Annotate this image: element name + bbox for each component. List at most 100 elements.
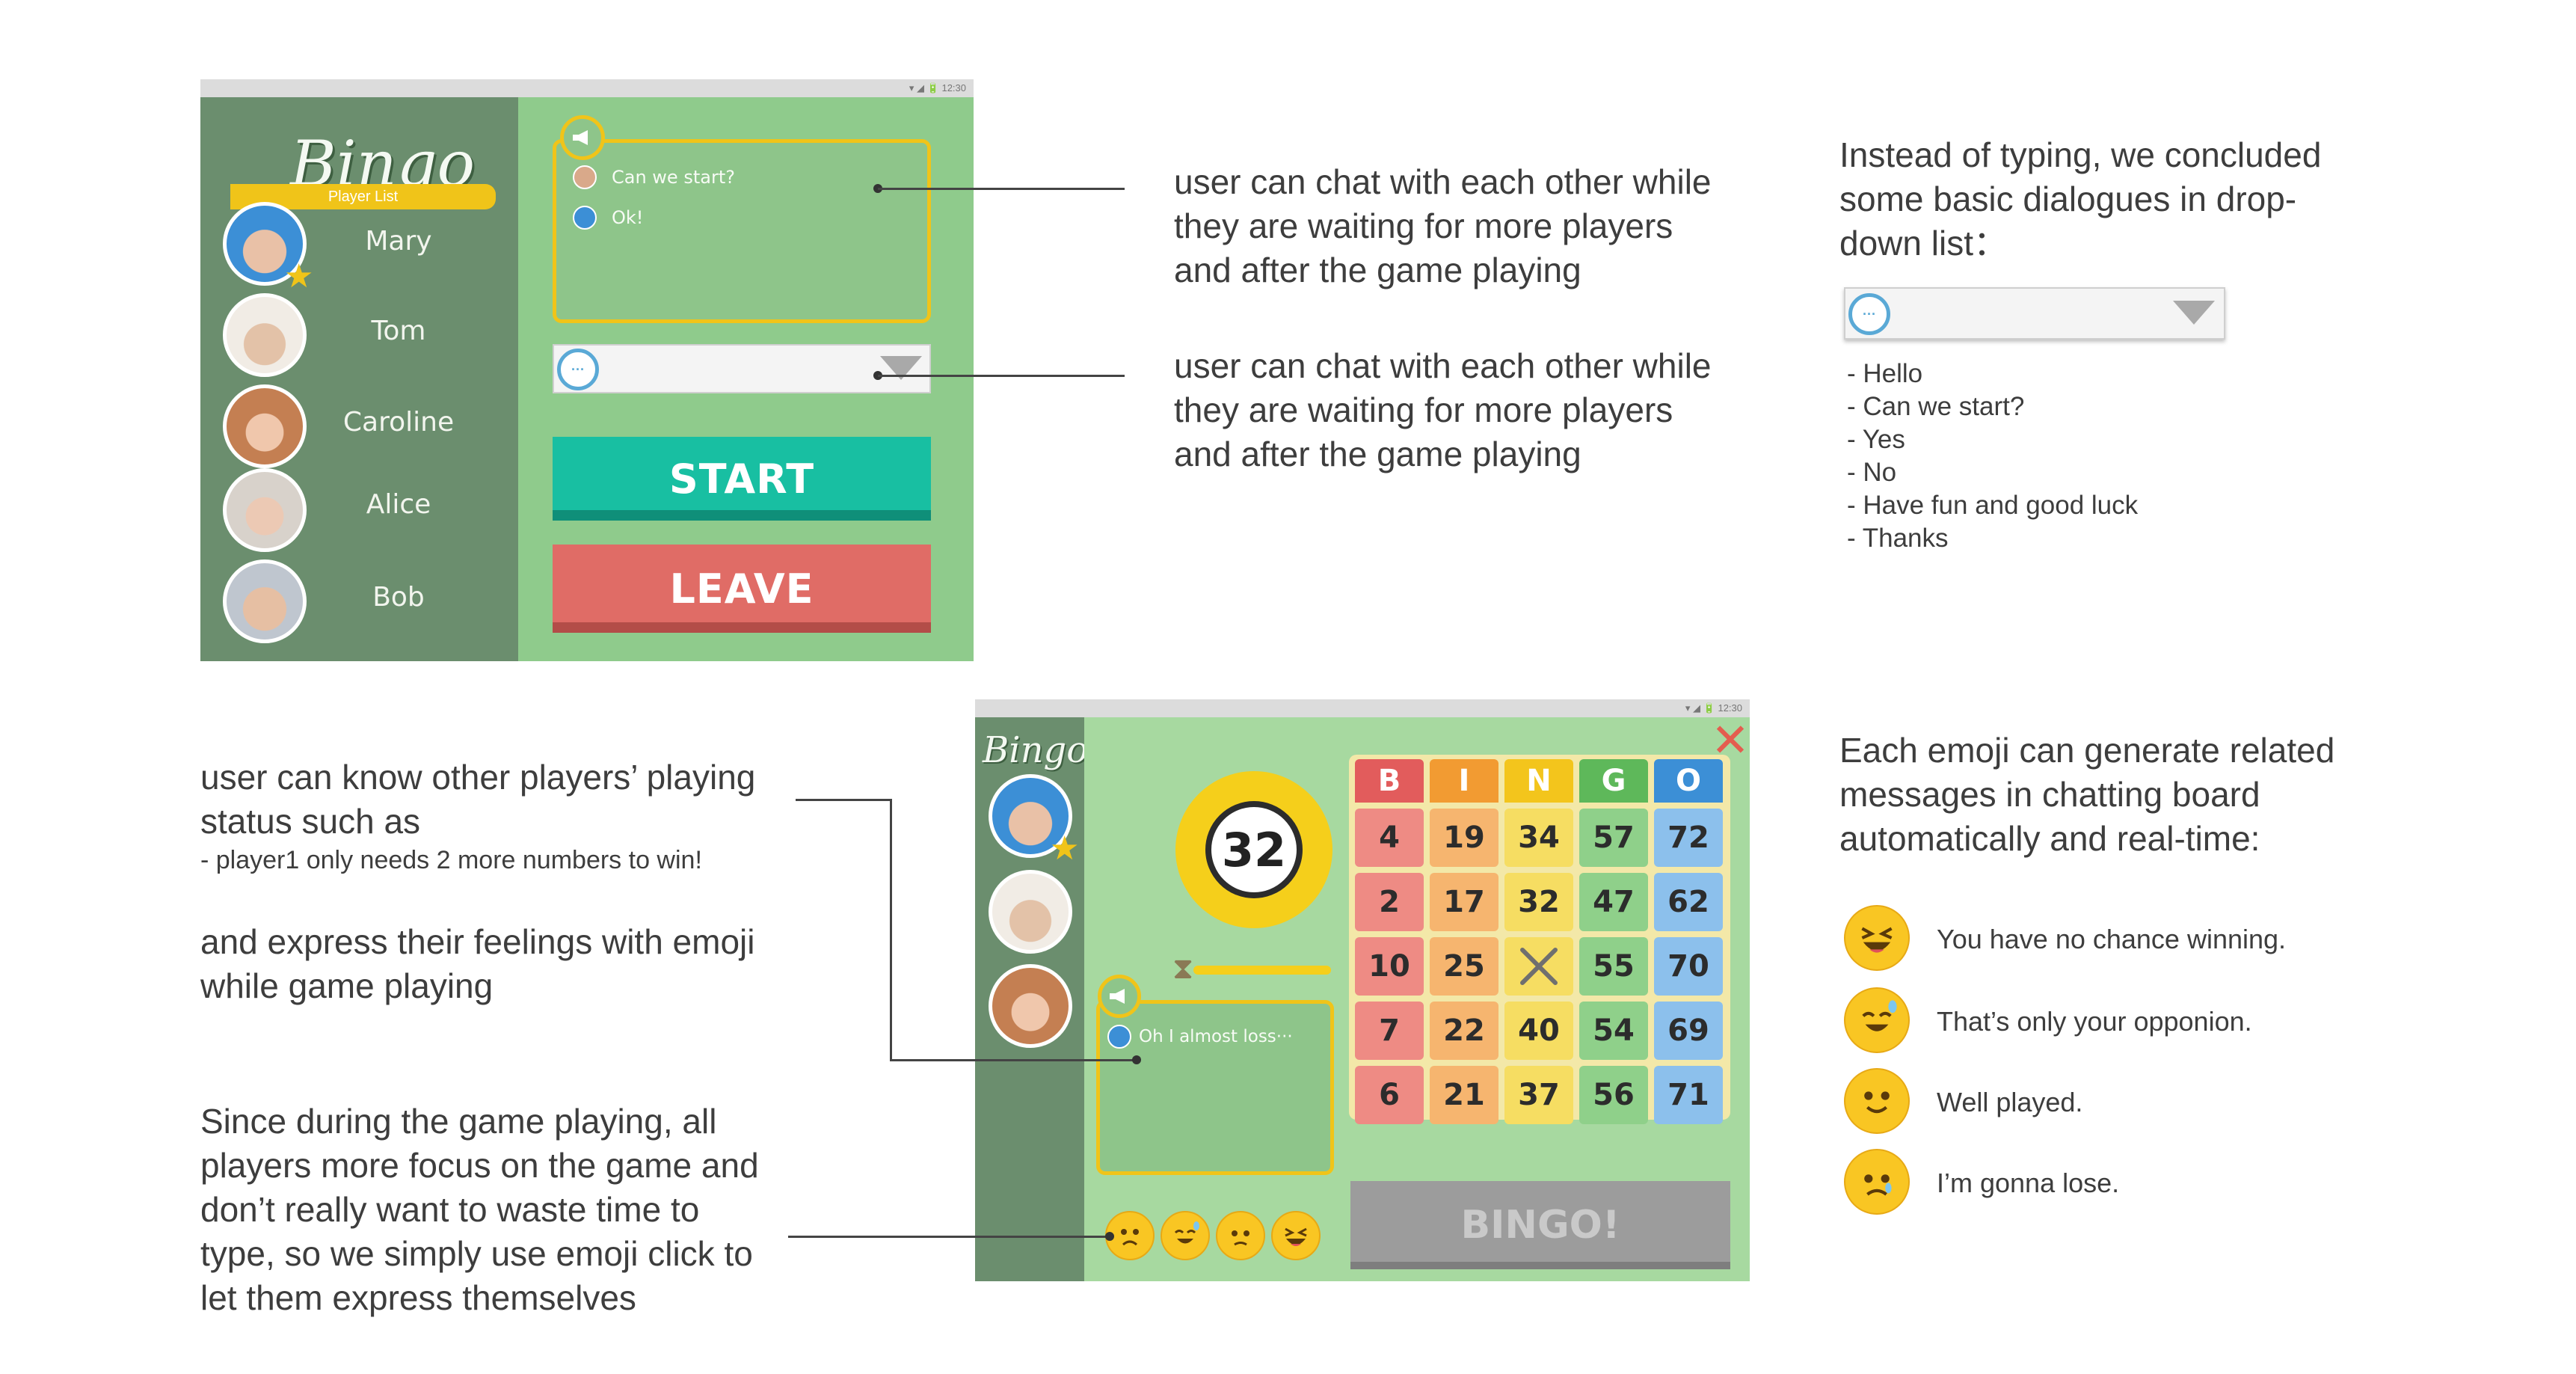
bingo-cell[interactable]: 19 — [1430, 809, 1498, 867]
game-main-panel: ✕ 32 ⧗ Oh I almost loss··· B I N G O 4 19 34 57 7… — [1084, 713, 1750, 1281]
bingo-cell[interactable]: 10 — [1355, 937, 1424, 996]
note-line: and after the game playing — [1174, 435, 1581, 473]
emoji-intro: Each emoji can generate related messages… — [1839, 729, 2453, 861]
sad-emoji-icon — [1844, 1149, 1910, 1215]
bingo-button[interactable]: BINGO! — [1350, 1181, 1730, 1269]
player-name: Caroline — [342, 407, 455, 438]
chevron-down-icon — [2173, 301, 2215, 325]
sweat-smile-emoji-icon[interactable] — [1161, 1211, 1210, 1260]
laughing-emoji-icon — [1844, 905, 1910, 971]
emoji-message: That’s only your opponion. — [1937, 1006, 2252, 1037]
bingo-cell[interactable]: 4 — [1355, 809, 1424, 867]
start-button[interactable]: START — [553, 437, 931, 521]
dropdown-options: - Hello - Can we start? - Yes - No - Hav… — [1847, 358, 2296, 555]
free-space-x-icon[interactable] — [1504, 937, 1573, 996]
bingo-cell[interactable]: 54 — [1579, 1002, 1648, 1060]
lobby-main-panel: Can we start? Ok! ··· START LEAVE — [518, 97, 974, 661]
player-avatar-tom — [989, 870, 1072, 954]
pointer-line — [890, 1059, 1137, 1061]
note-line: and after the game playing — [1174, 251, 1581, 289]
laughing-emoji-icon[interactable] — [1271, 1211, 1321, 1260]
note-line: some basic dialogues in drop- — [1839, 180, 2297, 218]
dropdown-option: - Can we start? — [1847, 392, 2025, 421]
bingo-cell[interactable]: 47 — [1579, 873, 1648, 931]
note-line: automatically and real-time: — [1839, 819, 2260, 858]
dialogue-dropdown[interactable]: ··· — [553, 344, 931, 393]
bingo-cell[interactable]: 62 — [1654, 873, 1723, 931]
lobby-screen: ▾ ◢ 🔋 12:30 Bingo Player List ★ Mary Tom… — [200, 79, 974, 661]
note-line: user can chat with each other while — [1174, 346, 1712, 385]
bingo-cell[interactable]: 72 — [1654, 809, 1723, 867]
bingo-cell[interactable]: 22 — [1430, 1002, 1498, 1060]
speech-bubble-icon: ··· — [557, 349, 599, 390]
note-line: messages in chatting board — [1839, 775, 2260, 814]
note-line: they are waiting for more players — [1174, 390, 1673, 429]
status-time: ▾ ◢ 🔋 12:30 — [1685, 702, 1742, 714]
player-avatar-bob — [223, 559, 307, 643]
note-line: Instead of typing, we concluded — [1839, 135, 2322, 174]
focus-note: Since during the game playing, all playe… — [200, 1099, 799, 1320]
bingo-header-n: N — [1504, 759, 1573, 803]
status-time: ▾ ◢ 🔋 12:30 — [909, 82, 966, 93]
chat-avatar — [573, 165, 597, 189]
sweat-smile-emoji-icon — [1844, 987, 1910, 1053]
player-avatar-caroline — [223, 384, 307, 468]
bingo-card-grid: B I N G O 4 19 34 57 72 2 17 32 47 62 10 25 55 70 7 22 40 54 69… — [1355, 759, 1724, 1124]
note-line: Each emoji can generate related — [1839, 731, 2335, 770]
bingo-cell[interactable]: 56 — [1579, 1066, 1648, 1124]
megaphone-icon — [1098, 975, 1141, 1018]
bingo-cell[interactable]: 57 — [1579, 809, 1648, 867]
bingo-cell[interactable]: 32 — [1504, 873, 1573, 931]
note-line: user can know other players’ playing — [200, 758, 756, 797]
player-avatar-alice — [223, 468, 307, 552]
chat-text: Ok! — [612, 207, 644, 228]
bingo-cell[interactable]: 25 — [1430, 937, 1498, 996]
chat-text: Can we start? — [612, 167, 735, 188]
status-bar: ▾ ◢ 🔋 12:30 — [200, 79, 974, 97]
bingo-cell[interactable]: 37 — [1504, 1066, 1573, 1124]
hourglass-icon: ⧗ — [1172, 952, 1194, 985]
note-line: type, so we simply use emoji click to — [200, 1234, 753, 1273]
chat-note-2: user can chat with each other while they… — [1174, 344, 1757, 476]
player-avatar-tom — [223, 293, 307, 377]
bingo-cell[interactable]: 17 — [1430, 873, 1498, 931]
pointer-line — [788, 1236, 1110, 1238]
timer-bar — [1193, 966, 1331, 975]
leave-button[interactable]: LEAVE — [553, 545, 931, 633]
bingo-cell[interactable]: 71 — [1654, 1066, 1723, 1124]
player-sidebar: Bingo Player List ★ Mary Tom Caroline Al… — [200, 97, 518, 661]
note-line: status such as — [200, 802, 421, 841]
bingo-header-b: B — [1355, 759, 1424, 803]
bingo-cell[interactable]: 55 — [1579, 937, 1648, 996]
pointer-dot — [1132, 1055, 1141, 1064]
megaphone-icon — [560, 115, 605, 160]
speech-bubble-icon: ··· — [1848, 293, 1890, 335]
note-line: let them express themselves — [200, 1278, 636, 1317]
smile-emoji-icon — [1844, 1068, 1910, 1134]
pointer-dot — [1105, 1232, 1114, 1241]
dropdown-sample: ··· — [1844, 287, 2225, 340]
star-icon: ★ — [1050, 830, 1080, 867]
bingo-cell[interactable]: 21 — [1430, 1066, 1498, 1124]
game-screen: ▾ ◢ 🔋 12:30 Bingo ★ ✕ 32 ⧗ Oh I almost l… — [975, 699, 1750, 1281]
dropdown-option: - Hello — [1847, 359, 1923, 388]
player-name: Tom — [371, 316, 426, 346]
bingo-header-i: I — [1430, 759, 1498, 803]
bingo-cell[interactable]: 2 — [1355, 873, 1424, 931]
emoji-message: I’m gonna lose. — [1937, 1168, 2120, 1198]
bingo-cell[interactable]: 7 — [1355, 1002, 1424, 1060]
bingo-header-g: G — [1579, 759, 1648, 803]
status-note: user can know other players’ playing sta… — [200, 755, 799, 844]
worried-emoji-icon[interactable] — [1216, 1211, 1265, 1260]
bingo-cell[interactable]: 70 — [1654, 937, 1723, 996]
called-number: 32 — [1205, 801, 1303, 898]
bingo-cell[interactable]: 6 — [1355, 1066, 1424, 1124]
pointer-line — [878, 188, 1125, 190]
chat-board: Can we start? Ok! — [553, 139, 931, 323]
chat-board: Oh I almost loss··· — [1096, 1000, 1334, 1175]
bingo-cell[interactable]: 34 — [1504, 809, 1573, 867]
status-bar: ▾ ◢ 🔋 12:30 — [975, 699, 1750, 717]
bingo-cell[interactable]: 40 — [1504, 1002, 1573, 1060]
note-line: they are waiting for more players — [1174, 206, 1673, 245]
bingo-cell[interactable]: 69 — [1654, 1002, 1723, 1060]
